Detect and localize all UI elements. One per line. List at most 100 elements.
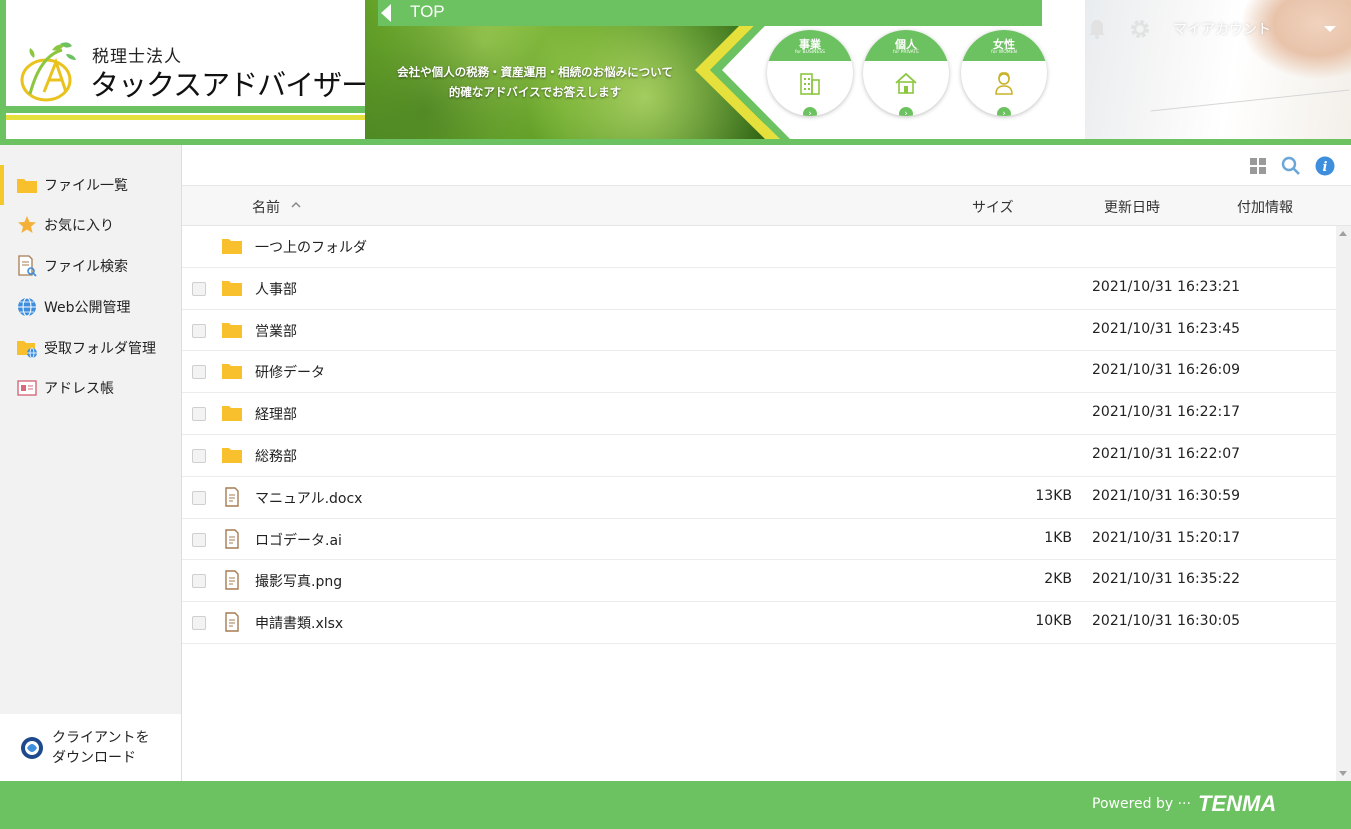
file-name[interactable]: 一つ上のフォルダ (255, 237, 367, 257)
svg-text:i: i (1323, 160, 1328, 175)
banner-text: 会社や個人の税務・資産運用・相続のお悩みについて 的確なアドバイスでお答えします (385, 62, 685, 102)
column-header-name[interactable]: 名前 (252, 197, 280, 217)
grid-view-icon[interactable] (1248, 156, 1268, 176)
category-private-button[interactable]: 個人 for PRIVATE › (863, 30, 949, 116)
client-download-label: クライアントを ダウンロード (52, 728, 149, 768)
file-table-body: 一つ上のフォルダ 人事部 2021/10/31 16:23:21 営業部 202… (182, 226, 1336, 644)
file-search-icon (16, 255, 38, 277)
category-subtitle: for PRIVATE (893, 50, 919, 55)
vertical-scrollbar[interactable] (1336, 226, 1351, 781)
file-size: 10KB (1035, 613, 1072, 630)
client-download-line1: クライアントを (52, 729, 150, 746)
bell-icon[interactable] (1087, 18, 1107, 40)
client-download-button[interactable]: クライアントを ダウンロード (0, 714, 181, 781)
banner-text-line1: 会社や個人の税務・資産運用・相続のお悩みについて (397, 65, 673, 79)
row-checkbox[interactable] (192, 323, 206, 338)
sidebar-item-label: ファイル一覧 (44, 178, 128, 194)
logo-title: タックスアドバイザーズ (90, 68, 397, 102)
sidebar-item-address-book[interactable]: アドレス帳 (0, 368, 181, 408)
file-name[interactable]: ロゴデータ.ai (255, 530, 342, 550)
logo-stripe-green (6, 106, 365, 113)
top-bar-right-arrow-icon[interactable] (1046, 4, 1056, 22)
sidebar-item-file-search[interactable]: ファイル検索 (0, 246, 181, 286)
table-row[interactable]: 申請書類.xlsx 10KB 2021/10/31 16:30:05 (182, 602, 1336, 644)
file-updated: 2021/10/31 16:23:45 (1092, 320, 1241, 337)
table-row[interactable]: 撮影写真.png 2KB 2021/10/31 16:35:22 (182, 560, 1336, 603)
house-icon (895, 72, 917, 94)
parent-folder-row[interactable]: 一つ上のフォルダ (182, 226, 1336, 268)
client-app-icon (21, 736, 43, 759)
file-name[interactable]: 営業部 (255, 321, 297, 341)
top-bar-left-arrow-icon[interactable] (381, 4, 391, 22)
file-size: 2KB (1044, 571, 1072, 588)
column-header-extra[interactable]: 付加情報 (1237, 197, 1293, 217)
table-row[interactable]: マニュアル.docx 13KB 2021/10/31 16:30:59 (182, 477, 1336, 519)
file-name[interactable]: 撮影写真.png (255, 571, 342, 591)
sidebar-item-web-publish[interactable]: Web公開管理 (0, 287, 181, 327)
folder-icon (222, 280, 242, 296)
file-name[interactable]: 人事部 (255, 279, 297, 299)
footer: Powered by ··· TENMA (0, 781, 1351, 829)
woman-icon (995, 72, 1013, 95)
scroll-down-icon[interactable] (1339, 771, 1347, 776)
file-name[interactable]: 申請書類.xlsx (255, 613, 343, 633)
address-card-icon (16, 377, 38, 399)
info-icon[interactable]: i (1315, 156, 1335, 176)
row-checkbox[interactable] (192, 281, 206, 296)
logo-area[interactable]: 税理士法人 タックスアドバイザーズ (0, 0, 397, 139)
file-name[interactable]: 研修データ (255, 362, 325, 382)
category-women-button[interactable]: 女性 for WOMEN › (961, 30, 1047, 116)
my-account-menu[interactable]: マイアカウント (1173, 19, 1271, 39)
top-breadcrumb-bar[interactable] (378, 0, 1042, 26)
sidebar: ファイル一覧 お気に入り ファイル検索 Web公開管理 受取フォルダ管理 アドレ… (0, 145, 182, 781)
sidebar-item-receive-folder[interactable]: 受取フォルダ管理 (0, 328, 181, 368)
column-header-updated[interactable]: 更新日時 (1104, 197, 1160, 217)
table-row[interactable]: 人事部 2021/10/31 16:23:21 (182, 268, 1336, 310)
top-breadcrumb-label[interactable]: TOP (410, 2, 445, 22)
sidebar-item-label: ファイル検索 (44, 259, 128, 275)
row-checkbox[interactable] (192, 448, 206, 463)
banner-text-line2: 的確なアドバイスでお答えします (448, 85, 622, 99)
go-arrow-icon: › (997, 107, 1011, 116)
powered-by-label: Powered by ··· (1092, 796, 1191, 812)
column-header-size[interactable]: サイズ (972, 197, 1014, 217)
table-row[interactable]: 経理部 2021/10/31 16:22:17 (182, 393, 1336, 435)
file-updated: 2021/10/31 16:30:59 (1092, 487, 1241, 504)
row-checkbox[interactable] (192, 490, 206, 505)
table-row[interactable]: ロゴデータ.ai 1KB 2021/10/31 15:20:17 (182, 519, 1336, 561)
row-checkbox[interactable] (192, 616, 206, 631)
globe-icon (16, 296, 38, 318)
scroll-up-icon[interactable] (1339, 231, 1347, 236)
search-icon[interactable] (1281, 156, 1301, 176)
sidebar-item-label: アドレス帳 (44, 381, 114, 397)
file-name[interactable]: 総務部 (255, 446, 297, 466)
chevron-down-icon[interactable] (1324, 26, 1336, 32)
sort-ascending-icon[interactable] (291, 200, 301, 210)
row-checkbox[interactable] (192, 532, 206, 547)
logo-stripe-yellow (6, 115, 365, 120)
gear-icon[interactable] (1129, 18, 1151, 40)
table-header: 名前 サイズ 更新日時 付加情報 (182, 185, 1351, 226)
sidebar-item-label: 受取フォルダ管理 (44, 341, 156, 357)
file-updated: 2021/10/31 15:20:17 (1092, 529, 1241, 546)
document-icon (225, 528, 239, 549)
sidebar-item-label: Web公開管理 (44, 300, 131, 316)
row-checkbox[interactable] (192, 574, 206, 589)
file-name[interactable]: マニュアル.docx (255, 488, 362, 508)
folder-icon (222, 447, 242, 463)
sidebar-item-file-list[interactable]: ファイル一覧 (0, 165, 181, 205)
building-icon (800, 73, 820, 95)
row-checkbox[interactable] (192, 407, 206, 422)
sidebar-item-favorites[interactable]: お気に入り (0, 205, 181, 245)
row-checkbox[interactable] (192, 365, 206, 380)
toolbar: i (182, 145, 1351, 185)
file-updated: 2021/10/31 16:22:17 (1092, 404, 1241, 421)
category-business-button[interactable]: 事業 for BUSINESS › (767, 30, 853, 116)
table-row[interactable]: 研修データ 2021/10/31 16:26:09 (182, 351, 1336, 394)
file-size: 1KB (1044, 529, 1072, 546)
file-name[interactable]: 経理部 (255, 404, 297, 424)
sidebar-item-label: お気に入り (44, 218, 114, 234)
table-row[interactable]: 営業部 2021/10/31 16:23:45 (182, 310, 1336, 352)
file-updated: 2021/10/31 16:23:21 (1092, 278, 1241, 295)
table-row[interactable]: 総務部 2021/10/31 16:22:07 (182, 435, 1336, 477)
